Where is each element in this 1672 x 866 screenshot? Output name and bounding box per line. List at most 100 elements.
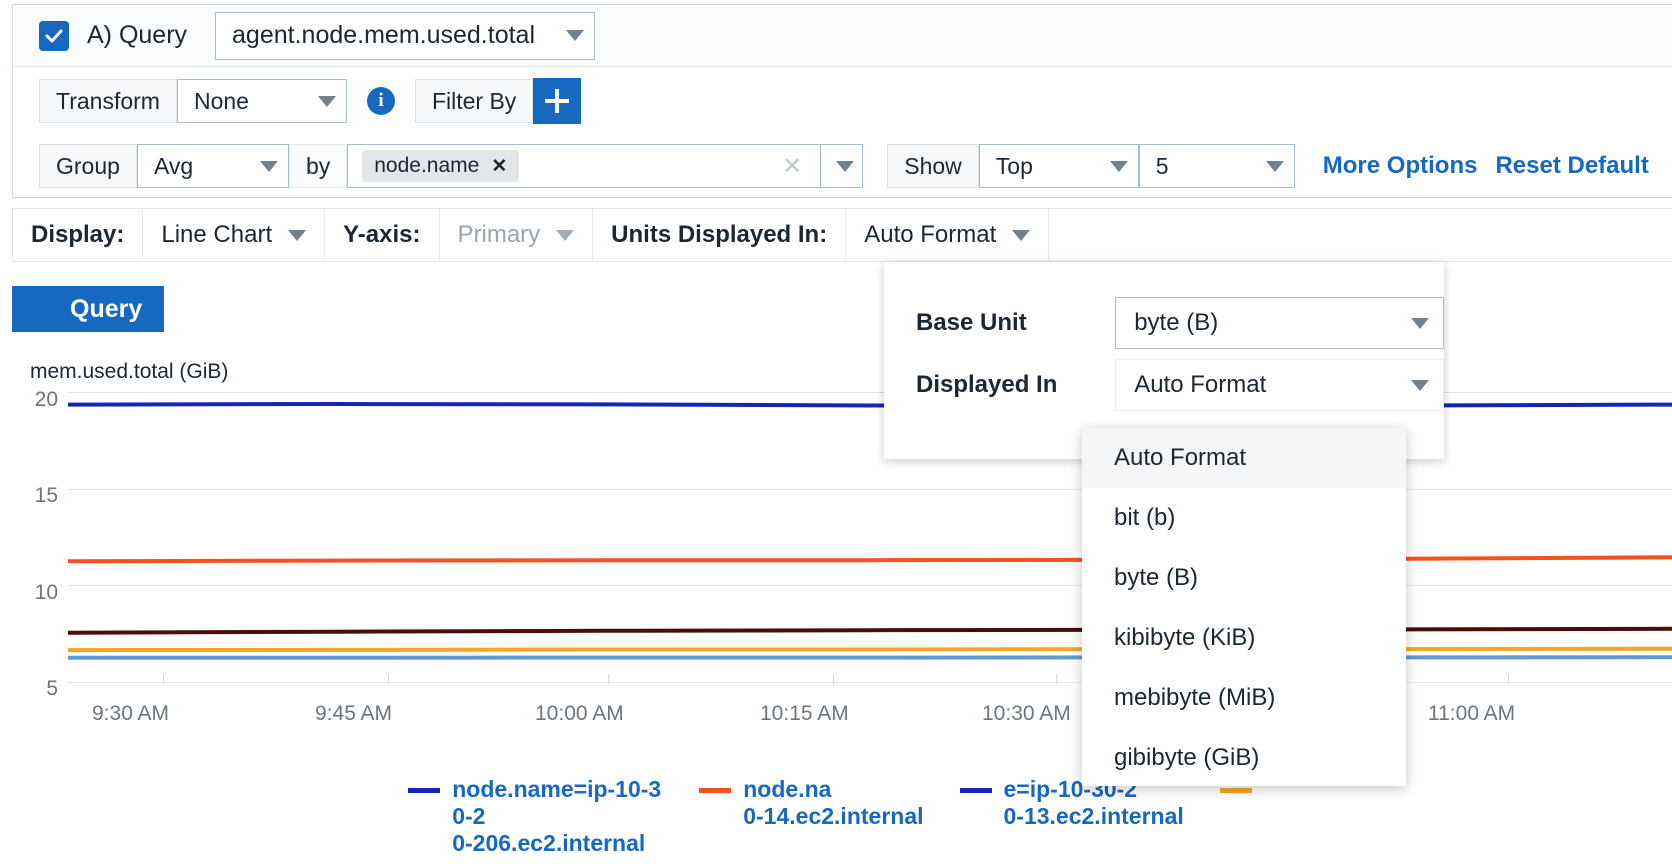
plus-icon	[545, 89, 569, 113]
query-builder-panel: A) Query agent.node.mem.used.total Trans…	[12, 4, 1672, 198]
chevron-down-icon	[1012, 230, 1030, 241]
base-unit-select[interactable]: byte (B)	[1115, 297, 1444, 349]
unit-option-item[interactable]: bit (b)	[1082, 488, 1406, 548]
show-label: Show	[887, 144, 979, 188]
add-query-button[interactable]: Query	[12, 286, 164, 332]
units-displayed-in-value: Auto Format	[864, 221, 996, 249]
legend-item[interactable]: node.na0-14.ec2.internal	[699, 776, 923, 857]
chevron-down-icon	[1252, 161, 1284, 172]
chevron-down-icon	[1411, 380, 1429, 391]
y-axis-value: Primary	[458, 221, 541, 249]
chart-series-line	[68, 657, 1672, 658]
chevron-down-icon	[556, 230, 574, 241]
legend-color-swatch	[699, 788, 731, 793]
add-filter-button[interactable]	[533, 78, 581, 124]
group-aggregation-select[interactable]: Avg	[137, 144, 289, 188]
query-enabled-checkbox[interactable]	[39, 21, 69, 51]
legend-color-swatch	[960, 788, 992, 793]
reset-default-link[interactable]: Reset Default	[1495, 152, 1648, 180]
units-displayed-in-select[interactable]: Auto Format	[846, 209, 1049, 261]
displayed-in-value: Auto Format	[1134, 371, 1266, 399]
unit-option-item[interactable]: byte (B)	[1082, 548, 1406, 608]
legend-item[interactable]: node.name=ip-10-30-20-206.ec2.internal	[408, 776, 663, 857]
units-display-settings-screen: A) Query agent.node.mem.used.total Trans…	[0, 0, 1672, 866]
y-axis-label: Y-axis:	[325, 209, 439, 261]
y-tick-label: 15	[12, 484, 58, 508]
query-header-row: A) Query agent.node.mem.used.total	[13, 5, 1672, 67]
x-tick-label: 9:45 AM	[315, 702, 392, 726]
x-tick-label: 10:30 AM	[982, 702, 1071, 726]
legend-label: node.na0-14.ec2.internal	[743, 776, 923, 830]
show-rank-value: Top	[996, 153, 1033, 180]
close-icon[interactable]: ✕	[491, 155, 507, 178]
unit-option-item[interactable]: Auto Format	[1082, 428, 1406, 488]
base-unit-label: Base Unit	[916, 309, 1115, 337]
group-by-chip-label: node.name	[374, 154, 479, 178]
unit-option-item[interactable]: mebibyte (MiB)	[1082, 668, 1406, 728]
add-query-label: Query	[70, 295, 142, 324]
display-label: Display:	[13, 209, 143, 261]
y-tick-label: 10	[12, 581, 58, 605]
legend-color-swatch	[1220, 788, 1252, 793]
y-tick-label: 5	[12, 677, 58, 701]
chevron-down-icon	[1096, 161, 1128, 172]
chevron-down-icon	[246, 161, 278, 172]
clear-icon[interactable]: ✕	[776, 152, 812, 181]
group-label: Group	[39, 144, 137, 188]
show-count-value: 5	[1156, 153, 1169, 180]
display-row-filler	[1049, 209, 1672, 261]
display-type-select[interactable]: Line Chart	[143, 209, 325, 261]
chart-legend: node.name=ip-10-30-20-206.ec2.internal no…	[0, 776, 1672, 857]
chevron-down-icon	[304, 96, 336, 107]
chart-gridline	[68, 682, 1672, 683]
displayed-in-row: Displayed In Auto Format	[884, 354, 1444, 416]
x-tick-label: 10:15 AM	[760, 702, 849, 726]
chart-series-line	[68, 629, 1672, 633]
y-tick-label: 20	[12, 388, 58, 412]
transform-select[interactable]: None	[177, 79, 347, 123]
group-by-chip[interactable]: node.name ✕	[362, 150, 519, 182]
legend-color-swatch	[408, 788, 440, 793]
chevron-down-icon	[552, 30, 584, 41]
base-unit-row: Base Unit byte (B)	[884, 292, 1444, 354]
base-unit-value: byte (B)	[1134, 309, 1218, 337]
display-options-row: Display: Line Chart Y-axis: Primary Unit…	[12, 208, 1672, 262]
displayed-in-label: Displayed In	[916, 371, 1115, 399]
more-options-link[interactable]: More Options	[1323, 152, 1478, 180]
y-axis-select[interactable]: Primary	[440, 209, 594, 261]
transform-filter-row: Transform None i Filter By	[13, 67, 1672, 135]
unit-options-dropdown[interactable]: Auto Formatbit (b)byte (B)kibibyte (KiB)…	[1082, 428, 1406, 786]
x-tick-label: 10:00 AM	[535, 702, 624, 726]
info-icon[interactable]: i	[367, 87, 395, 115]
legend-item[interactable]	[1220, 776, 1264, 857]
unit-option-item[interactable]: kibibyte (KiB)	[1082, 608, 1406, 668]
chart-y-axis-title: mem.used.total (GiB)	[30, 360, 228, 384]
show-rank-select[interactable]: Top	[979, 144, 1139, 188]
query-title: A) Query	[87, 21, 187, 50]
units-displayed-in-label: Units Displayed In:	[593, 209, 846, 261]
plus-icon	[34, 297, 58, 321]
x-tick-label: 9:30 AM	[92, 702, 169, 726]
transform-label: Transform	[39, 79, 177, 123]
metric-select[interactable]: agent.node.mem.used.total	[215, 12, 595, 60]
legend-item[interactable]: e=ip-10-30-20-13.ec2.internal	[960, 776, 1184, 857]
group-by-dropdown-toggle[interactable]	[821, 144, 863, 188]
group-by-row: Group Avg by node.name ✕ ✕ Show Top	[13, 135, 1672, 197]
chart-series-line	[68, 557, 1672, 561]
legend-label: node.name=ip-10-30-20-206.ec2.internal	[452, 776, 663, 857]
chart-series-line	[68, 649, 1672, 650]
chevron-down-icon	[836, 161, 854, 172]
group-aggregation-value: Avg	[154, 153, 193, 180]
x-tick-label: 11:00 AM	[1428, 702, 1515, 726]
metric-select-value: agent.node.mem.used.total	[232, 21, 535, 50]
display-type-value: Line Chart	[161, 221, 272, 249]
displayed-in-select[interactable]: Auto Format	[1115, 359, 1444, 411]
chevron-down-icon	[288, 230, 306, 241]
transform-select-value: None	[194, 88, 249, 115]
group-by-field[interactable]: node.name ✕ ✕	[347, 144, 821, 188]
chevron-down-icon	[1411, 318, 1429, 329]
filter-by-button[interactable]: Filter By	[415, 79, 533, 123]
unit-option-item[interactable]: gibibyte (GiB)	[1082, 728, 1406, 786]
show-count-select[interactable]: 5	[1139, 144, 1295, 188]
by-label: by	[289, 144, 347, 188]
